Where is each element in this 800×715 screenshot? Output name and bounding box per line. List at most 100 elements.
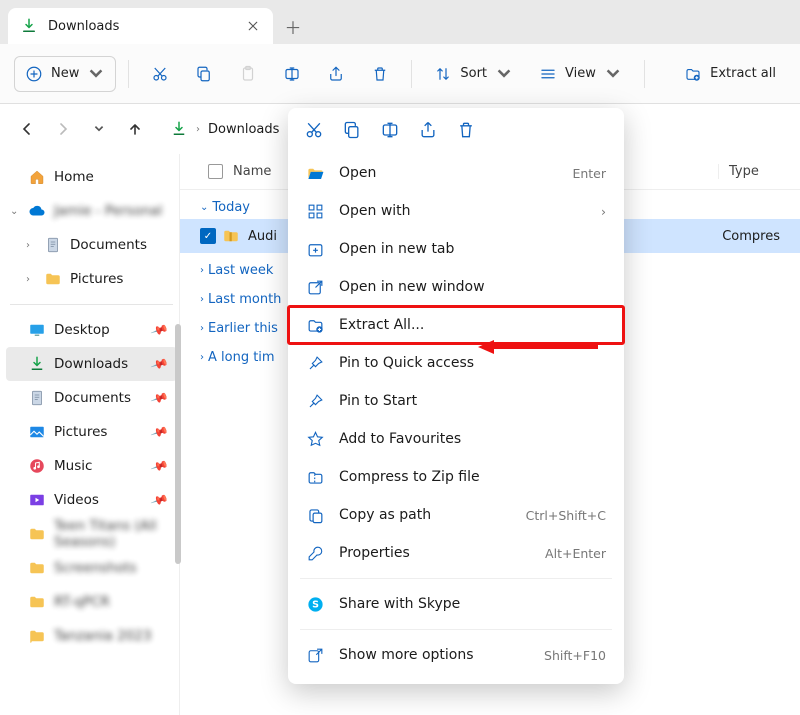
sidebar-documents[interactable]: Documents 📌 — [6, 381, 177, 415]
ctx-favourites[interactable]: Add to Favourites — [288, 420, 624, 458]
sidebar-home[interactable]: Home — [6, 160, 177, 194]
delete-button[interactable] — [361, 56, 399, 92]
sidebar-videos[interactable]: Videos 📌 — [6, 483, 177, 517]
sidebar-desktop[interactable]: Desktop 📌 — [6, 313, 177, 347]
col-name[interactable]: Name — [233, 164, 271, 179]
ctx-open-new-window[interactable]: Open in new window — [288, 268, 624, 306]
tab-title: Downloads — [48, 19, 119, 34]
pictures-icon — [28, 423, 46, 441]
chevron-right-icon[interactable]: › — [26, 274, 30, 285]
downloads-icon — [28, 355, 46, 373]
sidebar-pictures-cloud[interactable]: › Pictures — [6, 262, 177, 296]
rename-button[interactable] — [273, 56, 311, 92]
sidebar-folder-1[interactable]: Teen Titans (All Seasons) — [6, 517, 177, 551]
cut-icon[interactable] — [304, 120, 324, 144]
copy-path-icon — [306, 506, 325, 525]
copy-icon[interactable] — [342, 120, 362, 144]
extract-all-label: Extract all — [710, 66, 776, 81]
desktop-icon — [28, 321, 46, 339]
sidebar-documents-cloud[interactable]: › Documents — [6, 228, 177, 262]
extract-icon — [306, 316, 325, 335]
sidebar-onedrive[interactable]: ⌄ Jamie - Personal — [6, 194, 177, 228]
cloud-icon — [28, 202, 46, 220]
tab-downloads[interactable]: Downloads — [8, 8, 273, 44]
external-link-icon — [306, 278, 325, 297]
folder-icon — [28, 559, 46, 577]
zip-icon — [306, 468, 325, 487]
breadcrumb-location[interactable]: Downloads — [208, 122, 279, 137]
tab-close-button[interactable] — [245, 18, 261, 34]
col-type[interactable]: Type — [729, 164, 759, 179]
chevron-down-icon — [604, 65, 622, 83]
ctx-open-new-tab[interactable]: Open in new tab — [288, 230, 624, 268]
back-button[interactable] — [10, 112, 44, 146]
delete-icon[interactable] — [456, 120, 476, 144]
sidebar-home-label: Home — [54, 169, 94, 185]
chevron-right-icon[interactable]: › — [26, 240, 30, 251]
downloads-icon — [20, 17, 38, 35]
annotation-arrow — [478, 337, 598, 357]
home-icon — [28, 168, 46, 186]
pin-icon: 📌 — [150, 320, 169, 339]
folder-icon — [28, 627, 46, 645]
open-folder-icon — [306, 164, 325, 183]
share-button[interactable] — [317, 56, 355, 92]
view-button[interactable]: View — [529, 56, 632, 92]
sidebar-folder-4[interactable]: Tanzania 2023 — [6, 619, 177, 653]
sort-label: Sort — [460, 66, 487, 81]
pin-icon — [306, 392, 325, 411]
up-button[interactable] — [118, 112, 152, 146]
chevron-down-icon[interactable]: ⌄ — [10, 206, 18, 217]
ctx-skype[interactable]: S Share with Skype — [288, 585, 624, 623]
sidebar-pictures-label: Pictures — [70, 271, 123, 287]
context-menu-quickactions — [288, 108, 624, 154]
recent-button[interactable] — [82, 112, 116, 146]
sidebar-folder-3[interactable]: RT-qPCR — [6, 585, 177, 619]
pin-icon — [306, 354, 325, 373]
sidebar-pictures-label: Pictures — [54, 424, 107, 440]
svg-text:S: S — [312, 599, 319, 610]
sidebar-folder-1-label: Teen Titans (All Seasons) — [54, 518, 169, 550]
new-tab-icon — [306, 240, 325, 259]
sidebar-music-label: Music — [54, 458, 92, 474]
sidebar-pictures[interactable]: Pictures 📌 — [6, 415, 177, 449]
cut-button[interactable] — [141, 56, 179, 92]
ctx-compress[interactable]: Compress to Zip file — [288, 458, 624, 496]
toolbar: New Sort View Extract all — [0, 44, 800, 104]
select-all-checkbox[interactable] — [208, 164, 223, 179]
sidebar-downloads[interactable]: Downloads 📌 — [6, 347, 177, 381]
sidebar-documents-label: Documents — [54, 390, 131, 406]
sort-button[interactable]: Sort — [424, 56, 523, 92]
sidebar-onedrive-label: Jamie - Personal — [54, 203, 162, 219]
ctx-show-more[interactable]: Show more optionsShift+F10 — [288, 636, 624, 674]
sidebar-documents-label: Documents — [70, 237, 147, 253]
sidebar-desktop-label: Desktop — [54, 322, 110, 338]
share-icon[interactable] — [418, 120, 438, 144]
sidebar-videos-label: Videos — [54, 492, 99, 508]
new-tab-button[interactable]: ＋ — [273, 8, 313, 44]
ctx-open-with[interactable]: Open with› — [288, 192, 624, 230]
zip-folder-icon — [222, 227, 240, 245]
chevron-down-icon — [87, 65, 105, 83]
sidebar-music[interactable]: Music 📌 — [6, 449, 177, 483]
extract-all-button[interactable]: Extract all — [674, 56, 786, 92]
ctx-copy-path[interactable]: Copy as pathCtrl+Shift+C — [288, 496, 624, 534]
ctx-open[interactable]: OpenEnter — [288, 154, 624, 192]
view-label: View — [565, 66, 596, 81]
row-checkbox-checked[interactable]: ✓ — [200, 228, 216, 244]
sidebar-folder-2[interactable]: Screenshots — [6, 551, 177, 585]
ctx-properties[interactable]: PropertiesAlt+Enter — [288, 534, 624, 572]
chevron-right-icon: › — [601, 204, 606, 219]
more-options-icon — [306, 646, 325, 665]
videos-icon — [28, 491, 46, 509]
star-icon — [306, 430, 325, 449]
ctx-pin-start[interactable]: Pin to Start — [288, 382, 624, 420]
copy-button[interactable] — [185, 56, 223, 92]
forward-button — [46, 112, 80, 146]
chevron-down-icon — [495, 65, 513, 83]
rename-icon[interactable] — [380, 120, 400, 144]
sidebar-downloads-label: Downloads — [54, 356, 128, 372]
new-button[interactable]: New — [14, 56, 116, 92]
pin-icon: 📌 — [150, 456, 169, 475]
sidebar-folder-3-label: RT-qPCR — [54, 594, 110, 610]
